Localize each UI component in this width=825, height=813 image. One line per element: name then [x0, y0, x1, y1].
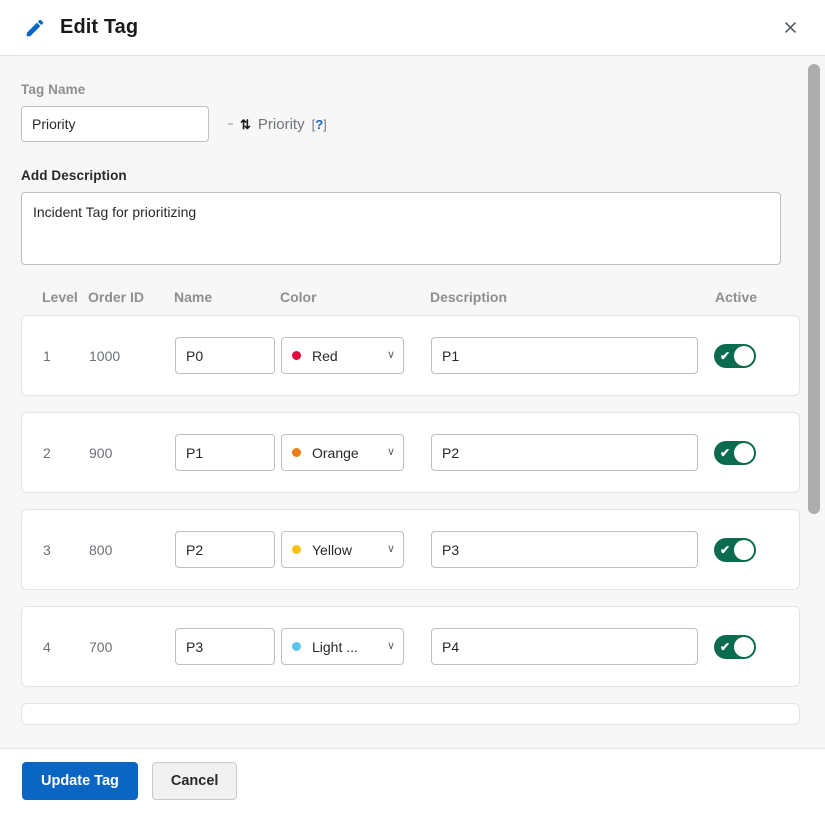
- row-name-cell: [175, 628, 281, 665]
- row-color-label: Red: [312, 348, 385, 364]
- active-toggle[interactable]: ✔: [714, 635, 756, 659]
- dialog-footer: Update Tag Cancel: [0, 748, 825, 813]
- check-icon: ✔: [720, 350, 730, 362]
- column-header-active: Active: [715, 289, 800, 305]
- color-swatch-icon: [292, 351, 301, 360]
- row-color-cell: Light ...∨: [281, 628, 431, 665]
- table-row: 4700 Light ...∨ ✔: [21, 606, 800, 687]
- row-level: 3: [22, 542, 89, 558]
- body-scrollbar-track[interactable]: [808, 64, 820, 742]
- color-swatch-icon: [292, 545, 301, 554]
- edit-tag-dialog: Edit Tag Tag Name ⇅ Priority [?] Add Des…: [0, 0, 825, 813]
- color-swatch-icon: [292, 642, 301, 651]
- toggle-knob: [734, 443, 754, 463]
- active-toggle[interactable]: ✔: [714, 344, 756, 368]
- row-description-cell: [431, 628, 714, 665]
- pencil-edit-icon: [22, 15, 48, 41]
- levels-table-rows: 11000Red∨✔2900Orange∨✔3800Yellow∨✔4700Li…: [21, 315, 800, 725]
- dialog-body: Tag Name ⇅ Priority [?] Add Description …: [0, 56, 825, 748]
- row-name-input[interactable]: [175, 337, 275, 374]
- help-hint[interactable]: [?]: [312, 117, 327, 132]
- description-label: Add Description: [21, 168, 800, 183]
- row-name-input[interactable]: [175, 531, 275, 568]
- row-order-id: 800: [89, 542, 175, 558]
- row-description-cell: [431, 434, 714, 471]
- row-color-label: Light ...: [312, 639, 385, 655]
- row-level: 4: [22, 639, 89, 655]
- table-row: 11000 Red∨ ✔: [21, 315, 800, 396]
- table-row: 2900 Orange∨ ✔: [21, 412, 800, 493]
- row-description-cell: [431, 531, 714, 568]
- row-color-dropdown[interactable]: Light ...∨: [281, 628, 404, 665]
- tag-name-input[interactable]: [21, 106, 209, 142]
- table-row: 3800 Yellow∨ ✔: [21, 509, 800, 590]
- tag-name-label: Tag Name: [21, 82, 800, 97]
- column-header-level: Level: [21, 289, 88, 305]
- bullet-dash-icon: [228, 123, 233, 125]
- toggle-knob: [734, 346, 754, 366]
- row-color-cell: Orange∨: [281, 434, 431, 471]
- chevron-down-icon: ∨: [387, 641, 395, 652]
- row-level: 1: [22, 348, 89, 364]
- row-description-cell: [431, 337, 714, 374]
- row-color-cell: Yellow∨: [281, 531, 431, 568]
- check-icon: ✔: [720, 447, 730, 459]
- check-icon: ✔: [720, 544, 730, 556]
- row-active-cell: ✔: [714, 441, 799, 465]
- row-active-cell: ✔: [714, 635, 799, 659]
- page-title: Edit Tag: [60, 16, 138, 39]
- row-description-input[interactable]: [431, 337, 698, 374]
- chevron-down-icon: ∨: [387, 447, 395, 458]
- row-color-dropdown[interactable]: Red∨: [281, 337, 404, 374]
- tag-name-row: ⇅ Priority [?]: [21, 106, 800, 142]
- chevron-down-icon: ∨: [387, 350, 395, 361]
- tag-name-field-group: Tag Name ⇅ Priority [?]: [21, 82, 800, 142]
- body-scrollbar-thumb[interactable]: [808, 64, 820, 514]
- active-toggle[interactable]: ✔: [714, 538, 756, 562]
- column-header-order-id: Order ID: [88, 289, 174, 305]
- row-name-input[interactable]: [175, 628, 275, 665]
- active-toggle[interactable]: ✔: [714, 441, 756, 465]
- tag-name-meta: ⇅ Priority [?]: [228, 116, 327, 133]
- row-description-input[interactable]: [431, 531, 698, 568]
- column-header-name: Name: [174, 289, 280, 305]
- cancel-button[interactable]: Cancel: [152, 762, 238, 800]
- row-description-input[interactable]: [431, 434, 698, 471]
- row-description-input[interactable]: [431, 628, 698, 665]
- row-level: 2: [22, 445, 89, 461]
- column-header-color: Color: [280, 289, 430, 305]
- row-color-label: Yellow: [312, 542, 385, 558]
- table-row-partial: [21, 703, 800, 725]
- row-name-cell: [175, 434, 281, 471]
- row-color-dropdown[interactable]: Orange∨: [281, 434, 404, 471]
- row-active-cell: ✔: [714, 344, 799, 368]
- check-icon: ✔: [720, 641, 730, 653]
- update-tag-button[interactable]: Update Tag: [22, 762, 138, 800]
- color-swatch-icon: [292, 448, 301, 457]
- row-color-label: Orange: [312, 445, 385, 461]
- levels-table-header: Level Order ID Name Color Description Ac…: [21, 289, 800, 315]
- dialog-header: Edit Tag: [0, 0, 825, 56]
- description-textarea[interactable]: [21, 192, 781, 265]
- row-color-cell: Red∨: [281, 337, 431, 374]
- sort-up-down-icon[interactable]: ⇅: [240, 118, 251, 131]
- toggle-knob: [734, 637, 754, 657]
- row-name-input[interactable]: [175, 434, 275, 471]
- description-field-group: Add Description: [21, 168, 800, 265]
- row-name-cell: [175, 337, 281, 374]
- chevron-down-icon: ∨: [387, 544, 395, 555]
- row-active-cell: ✔: [714, 538, 799, 562]
- row-color-dropdown[interactable]: Yellow∨: [281, 531, 404, 568]
- sort-field-label: Priority: [258, 116, 305, 133]
- row-order-id: 700: [89, 639, 175, 655]
- row-order-id: 1000: [89, 348, 175, 364]
- row-order-id: 900: [89, 445, 175, 461]
- row-name-cell: [175, 531, 281, 568]
- toggle-knob: [734, 540, 754, 560]
- close-icon[interactable]: [775, 13, 805, 43]
- column-header-description: Description: [430, 289, 715, 305]
